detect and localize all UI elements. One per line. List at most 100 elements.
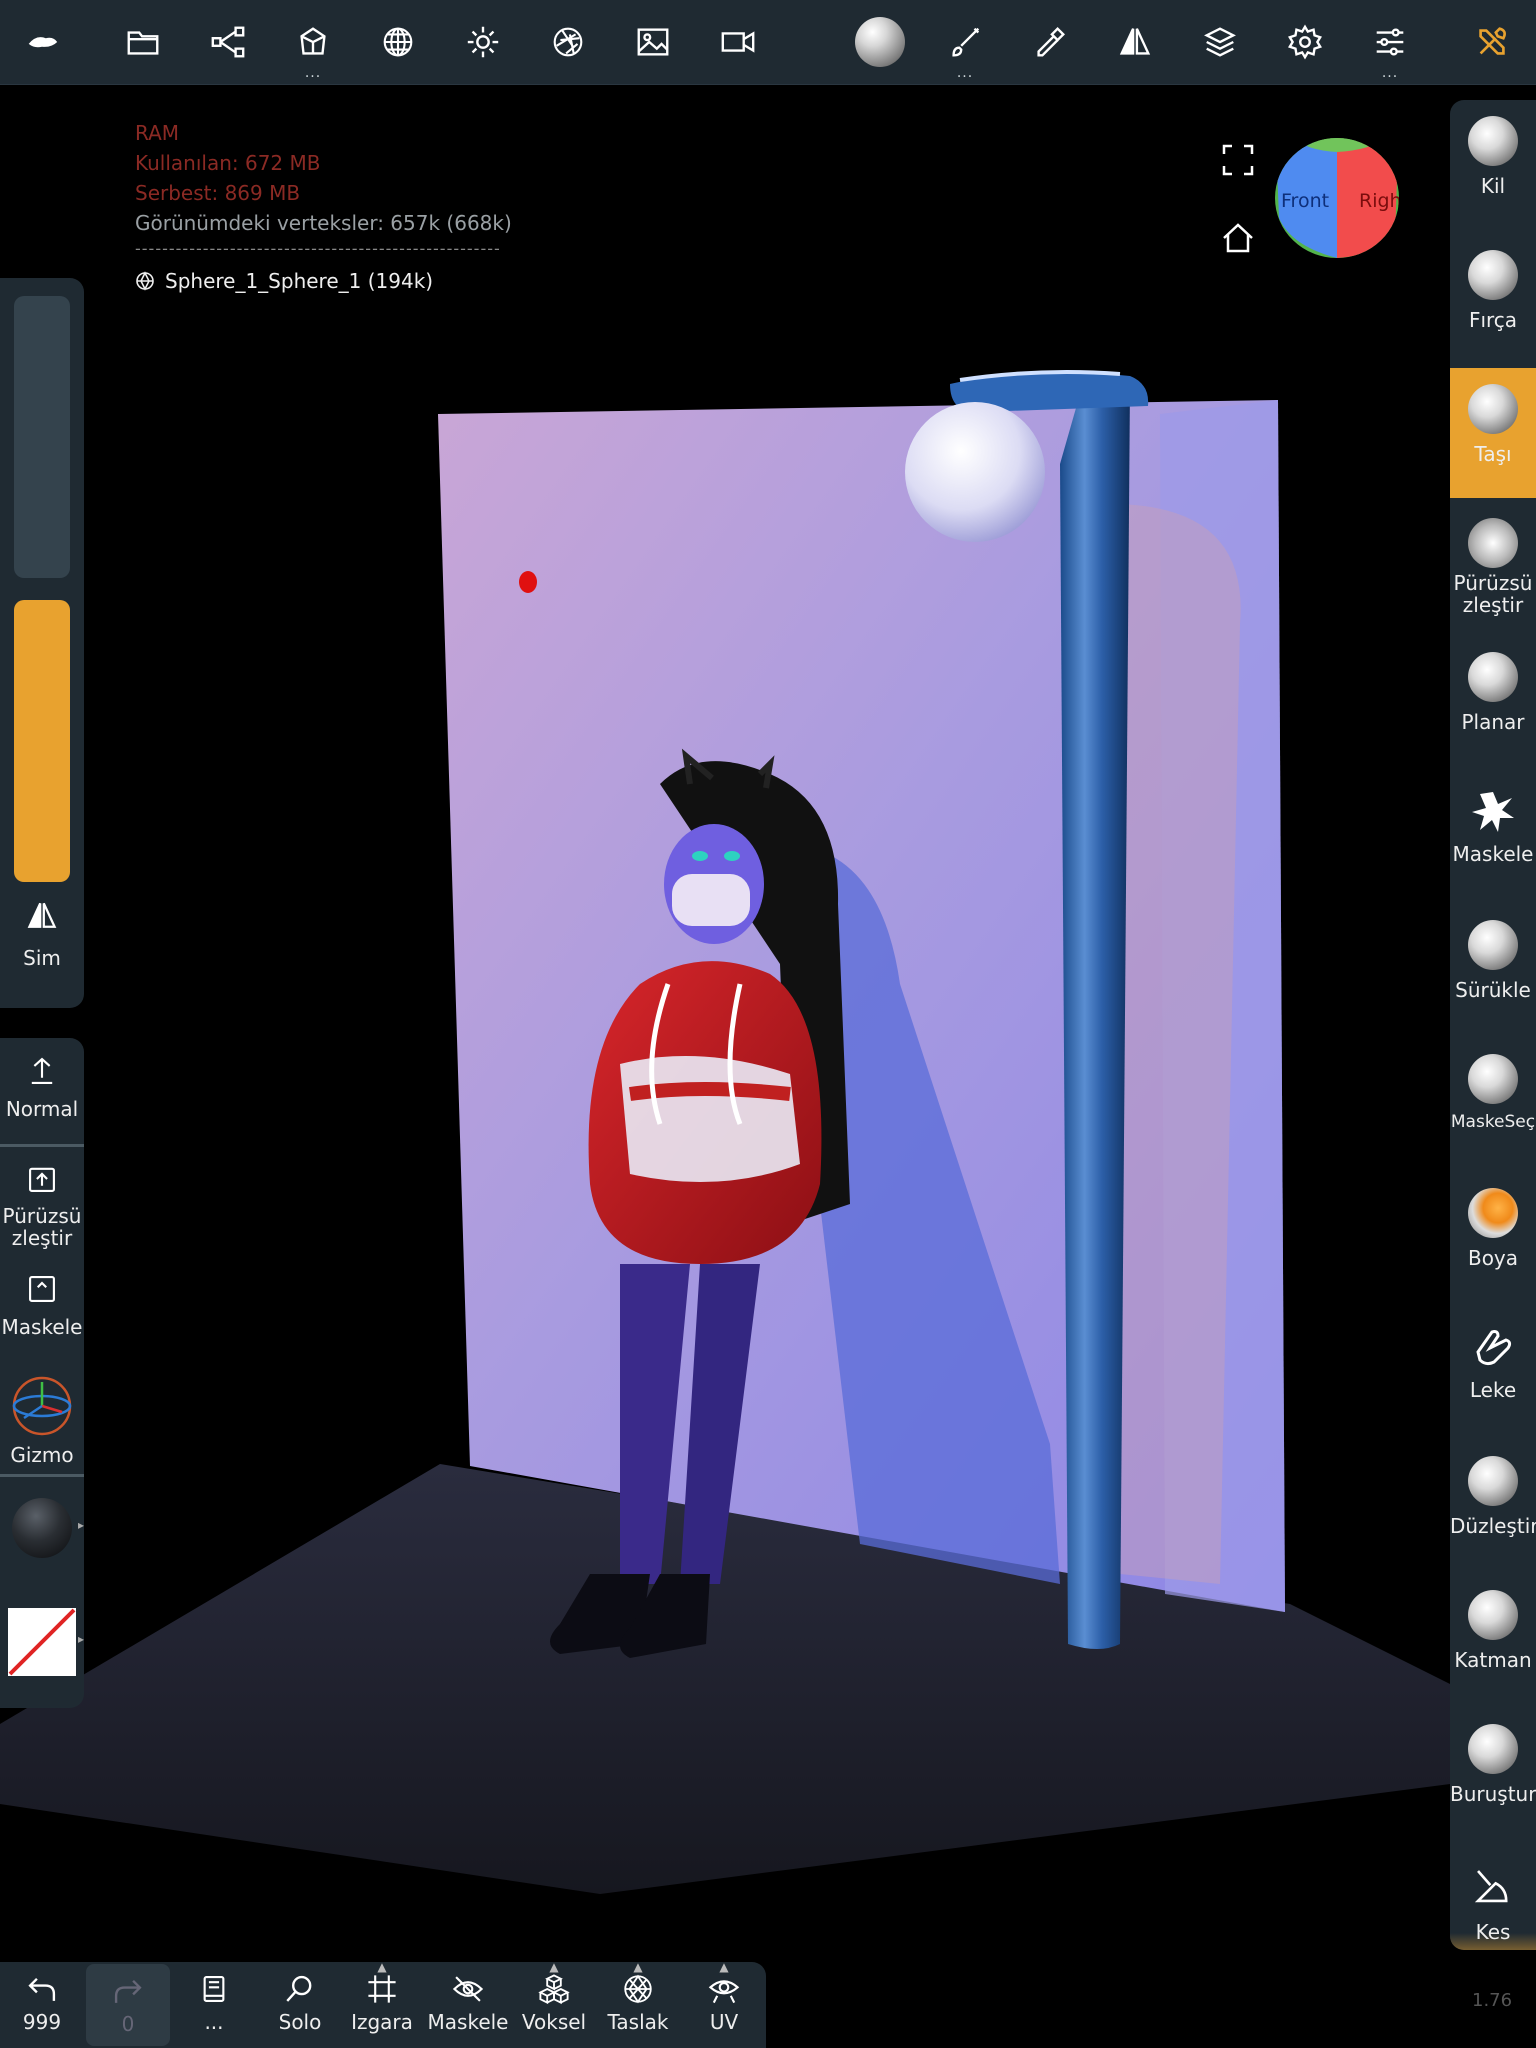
wireframe-sphere-icon (624, 1974, 652, 2004)
drag-brush-icon (1468, 920, 1518, 970)
tool-flatten[interactable]: Düzleştir (1450, 1440, 1536, 1570)
tool-cut[interactable]: Kes (1450, 1842, 1536, 1950)
view-cube[interactable]: Front Right (1275, 138, 1399, 258)
home-icon[interactable] (1218, 218, 1258, 258)
redo-icon (114, 1979, 142, 2003)
tool-label: Sürükle (1455, 978, 1531, 1002)
sun-icon[interactable] (453, 12, 513, 72)
more-label: ... (204, 2010, 224, 2034)
folder-icon[interactable] (113, 12, 173, 72)
symmetry-icon[interactable] (1105, 12, 1165, 72)
brush-sphere-icon (1468, 250, 1518, 300)
tool-label: Boya (1467, 1246, 1519, 1270)
tool-mask-select[interactable]: MaskeSeç (1450, 1038, 1536, 1168)
tool-label: Maskele (1452, 842, 1534, 866)
divider (0, 1474, 84, 1477)
tool-clay[interactable]: Kil (1450, 100, 1536, 230)
mask-visibility-button[interactable]: Maskele (426, 1962, 510, 2048)
smooth-brush-icon (1468, 518, 1518, 568)
uv-eye-icon (708, 1980, 740, 2004)
view-cube-front[interactable]: Front (1281, 190, 1329, 212)
radius-slider[interactable] (14, 296, 70, 578)
image-icon[interactable] (623, 12, 683, 72)
logo-icon[interactable] (12, 12, 72, 72)
gear-icon[interactable] (1275, 12, 1335, 72)
voxel-cubes-icon (538, 1974, 570, 2005)
eyedropper-icon[interactable] (1020, 12, 1080, 72)
tools-icon[interactable] (1462, 12, 1522, 72)
stats-overlay: RAM Kullanılan: 672 MB Serbest: 869 MB G… (135, 118, 512, 296)
tool-label: Fırça (1468, 308, 1518, 332)
fullscreen-icon[interactable] (1218, 140, 1258, 180)
normal-label: Normal (5, 1097, 79, 1121)
smooth-toggle[interactable]: Pürüzsü zleştir (0, 1162, 84, 1249)
grid-icon (368, 1975, 396, 2003)
tool-smooth[interactable]: Pürüzsü zleştir (1450, 502, 1536, 632)
box-icon[interactable]: ... (283, 12, 343, 80)
voxel-button[interactable]: ▲ Voksel (512, 1960, 596, 2048)
layers-icon[interactable] (1190, 12, 1250, 72)
tool-planar[interactable]: Planar (1450, 636, 1536, 766)
mask-label: Maskele (427, 2010, 509, 2034)
scene-render (0, 370, 1450, 1894)
viewport-3d[interactable] (0, 84, 1450, 1962)
box-arrow-up-icon (29, 1167, 55, 1192)
tool-mask[interactable]: Maskele (1450, 770, 1536, 900)
view-cube-right[interactable]: Right (1359, 190, 1399, 212)
uv-button[interactable]: ▲ UV (682, 1960, 766, 2048)
mask-toggle[interactable]: Maskele (0, 1272, 84, 1339)
matcap-selector[interactable]: ▸ (0, 1498, 84, 1558)
grid-button[interactable]: ▲ Izgara (340, 1960, 424, 2048)
separator: ----------------------------------------… (135, 239, 501, 258)
caret-up-icon: ▲ (633, 1960, 643, 1974)
no-texture-icon (8, 1608, 76, 1676)
sphere-grid-icon[interactable] (368, 12, 428, 72)
tool-crease[interactable]: Buruştur (1450, 1708, 1536, 1838)
tool-label: Taşı (1474, 442, 1512, 466)
tool-label: Katman (1454, 1648, 1532, 1672)
sim-label: Sim (23, 946, 61, 970)
more-dots: ... (1381, 65, 1399, 81)
normal-button[interactable]: Normal (0, 1054, 84, 1121)
camera-icon[interactable] (708, 12, 768, 72)
matcap-sphere-icon (12, 1498, 72, 1558)
redo-count: 0 (121, 2012, 135, 2036)
crease-brush-icon (1468, 1724, 1518, 1774)
tool-label: Kes (1475, 1920, 1511, 1944)
caret-up-icon: ▲ (719, 1960, 729, 1974)
texture-selector[interactable]: ▸ (0, 1608, 84, 1681)
tool-drag[interactable]: Sürükle (1450, 904, 1536, 1034)
top-toolbar: ... ... ... (0, 0, 1536, 85)
aperture-icon[interactable] (538, 12, 598, 72)
solo-label: Solo (278, 2010, 322, 2034)
symmetry-toggle[interactable]: Sim (0, 898, 84, 970)
material-sphere-icon[interactable] (850, 12, 910, 72)
redo-button[interactable]: 0 (86, 1964, 170, 2046)
share-icon[interactable] (198, 12, 258, 72)
tool-label: MaskeSeç (1450, 1112, 1536, 1132)
tool-paint[interactable]: Boya (1450, 1172, 1536, 1302)
smooth-label-1: Pürüzsü (2, 1204, 82, 1228)
solo-button[interactable]: Solo (258, 1962, 342, 2048)
active-mesh[interactable]: Sphere_1_Sphere_1 (194k) (135, 266, 512, 296)
divider (0, 1144, 84, 1147)
more-dots: ... (956, 65, 974, 81)
tool-layer[interactable]: Katman (1450, 1574, 1536, 1704)
paint-brush-icon (1468, 1188, 1518, 1238)
tool-brush[interactable]: Fırça (1450, 234, 1536, 364)
tool-smudge[interactable]: Leke (1450, 1306, 1536, 1436)
sliders-icon[interactable]: ... (1360, 12, 1420, 80)
gizmo-button[interactable]: Gizmo (0, 1374, 84, 1467)
clay-brush-icon (1468, 116, 1518, 166)
wireframe-button[interactable]: ▲ Taslak (596, 1960, 680, 2048)
notes-button[interactable]: ... (172, 1962, 256, 2048)
uv-label: UV (709, 2010, 739, 2034)
ram-free: Serbest: 869 MB (135, 181, 301, 205)
tool-options-panel: Normal Pürüzsü zleştir Maskele Gizmo ▸ ▸ (0, 1038, 84, 1708)
intensity-slider[interactable] (14, 600, 70, 882)
tool-move[interactable]: Taşı (1450, 368, 1536, 498)
undo-button[interactable]: 999 (0, 1962, 84, 2048)
brush-icon[interactable]: ... (935, 12, 995, 80)
ram-used: Kullanılan: 672 MB (135, 151, 321, 175)
more-dots: ... (304, 65, 322, 81)
